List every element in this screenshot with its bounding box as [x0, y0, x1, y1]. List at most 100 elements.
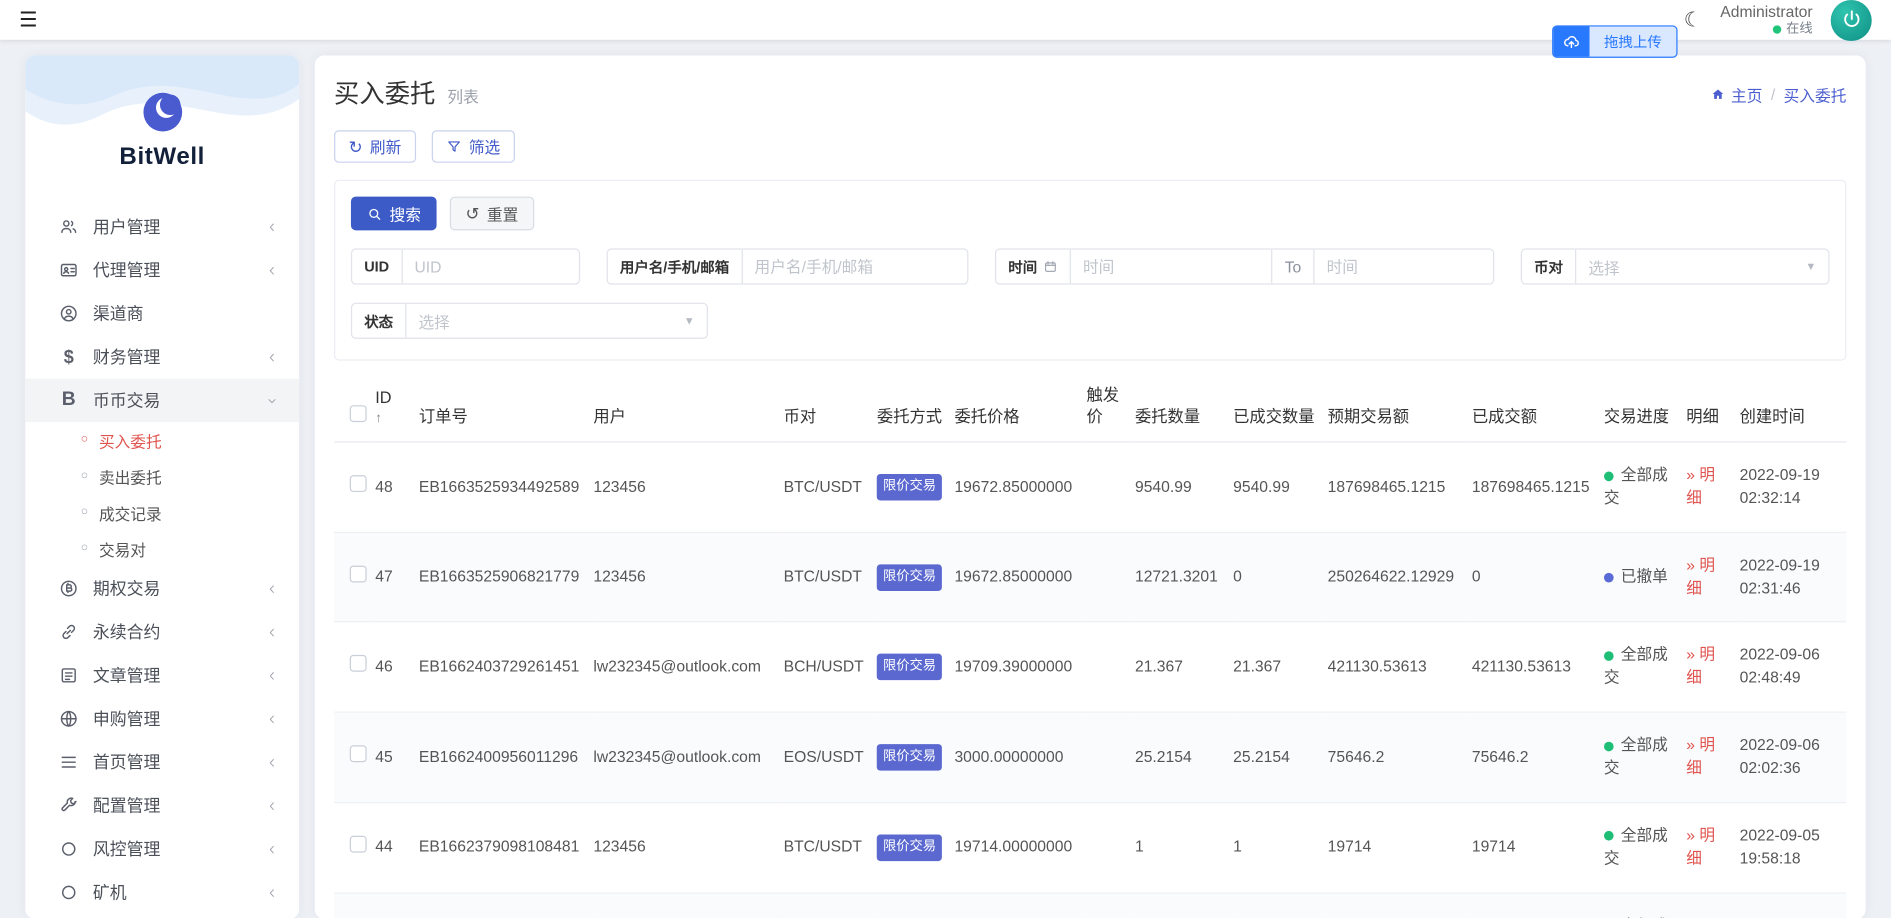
sidebar-item-label: 永续合约	[92, 622, 161, 642]
sidebar-subitem-buy-orders[interactable]: ○ 买入委托	[25, 422, 299, 458]
chevron-left-icon	[265, 886, 278, 899]
table-row: 48 EB1663525934492589 123456 BTC/USDT 限价交易 19…	[334, 442, 1847, 533]
user-box: Administrator 在线	[1720, 2, 1812, 38]
cell-expected-amount: 421130.53613	[1327, 622, 1472, 713]
trade-status-label: 全部成交	[1603, 735, 1668, 777]
sidebar-subitem-trade-records[interactable]: ○ 成交记录	[25, 494, 299, 530]
sidebar-item-subscriptions[interactable]: 申购管理	[25, 697, 299, 740]
cell-order-type: 限价交易	[876, 442, 955, 533]
cell-user: 123456	[593, 802, 784, 894]
breadcrumb-home[interactable]: 主页	[1711, 83, 1762, 106]
cell-order-no: EB1663525934492589	[418, 442, 594, 533]
cell-detail: » 明细	[1686, 532, 1740, 623]
sidebar-item-label: 首页管理	[92, 752, 161, 772]
sidebar-item-channels[interactable]: 渠道商	[25, 292, 299, 335]
brand-name: BitWell	[119, 143, 205, 171]
pair-select[interactable]: 选择 ▼	[1576, 250, 1828, 284]
sidebar-item-config[interactable]: 配置管理	[25, 784, 299, 827]
table-head-row: ID ↑ 订单号 用户 币对 委托方式 委托价格 触发价 委托数量 已成交数量 预期交易额 已成交额交…	[334, 379, 1847, 443]
sidebar-item-label: 申购管理	[92, 709, 161, 729]
pair-select-placeholder: 选择	[1588, 258, 1620, 277]
time-end-input[interactable]	[1314, 249, 1494, 284]
trade-status-label: 已撤单	[1620, 567, 1668, 586]
uid-input[interactable]	[402, 249, 579, 284]
cell-pair: BTC/USDT	[783, 892, 877, 918]
sidebar-item-articles[interactable]: 文章管理	[25, 654, 299, 697]
status-dot-icon	[1603, 741, 1614, 751]
row-checkbox[interactable]	[349, 655, 367, 673]
toolbar: ↻ 刷新 筛选	[334, 130, 1846, 163]
sidebar-subitem-label: 交易对	[98, 540, 147, 559]
cell-filled-amount: 0	[1471, 532, 1604, 623]
col-header-id[interactable]: ID ↑	[375, 379, 419, 443]
refresh-button[interactable]: ↻ 刷新	[334, 130, 416, 163]
cell-expected-amount: 250264622.12929	[1327, 532, 1472, 623]
sidebar-item-homepage[interactable]: 首页管理	[25, 740, 299, 783]
col-header-order-type: 委托方式	[876, 379, 955, 443]
cell-filled-amount: 19716	[1471, 892, 1604, 918]
cell-created-at: 2022-09-06 02:02:36	[1739, 712, 1847, 804]
sidebar-item-finance[interactable]: $ 财务管理	[25, 335, 299, 378]
sidebar-item-spot-trading[interactable]: B 币币交易	[25, 378, 300, 423]
bitcoin-icon	[58, 578, 80, 600]
cell-id: 44	[375, 802, 419, 894]
menu-toggle-icon[interactable]: ☰	[19, 10, 37, 31]
detail-link[interactable]: » 明细	[1686, 826, 1715, 867]
detail-link[interactable]: » 明细	[1686, 466, 1715, 507]
col-header-order-no: 订单号	[418, 379, 594, 443]
sidebar-item-miners[interactable]: 矿机	[25, 871, 299, 914]
search-button[interactable]: 搜索	[350, 196, 437, 231]
cell-filled-qty: 9540.99	[1233, 442, 1328, 533]
user-status: 在线	[1786, 21, 1813, 36]
sidebar-subitem-trading-pairs[interactable]: ○ 交易对	[25, 531, 299, 567]
sidebar-item-perpetual-contracts[interactable]: 永续合约	[25, 610, 299, 653]
sidebar-item-users[interactable]: 用户管理	[25, 205, 299, 248]
col-header-filled-qty: 已成交数量	[1233, 379, 1328, 443]
filter-button[interactable]: 筛选	[431, 130, 515, 163]
row-checkbox[interactable]	[349, 565, 367, 583]
time-start-input[interactable]	[1070, 249, 1272, 284]
sidebar-item-label: 财务管理	[92, 347, 161, 367]
detail-link[interactable]: » 明细	[1686, 736, 1715, 777]
status-select[interactable]: 选择 ▼	[406, 304, 706, 338]
col-header-qty: 委托数量	[1134, 379, 1234, 443]
uid-label: UID	[352, 249, 403, 284]
col-header-trigger-price: 触发价	[1086, 379, 1135, 443]
home-icon	[1713, 89, 1724, 99]
sidebar-item-risk-control[interactable]: 风控管理	[25, 827, 299, 870]
dark-mode-icon[interactable]: ☾	[1684, 10, 1702, 31]
main-content: 买入委托 列表 主页 / 买入委托 ↻ 刷新 筛选 搜索 ↺ 重置 UID UI…	[314, 55, 1866, 918]
user-filter-input[interactable]	[742, 249, 968, 284]
breadcrumb: 主页 / 买入委托	[1711, 83, 1847, 106]
cell-created-at: 2022-09-06 02:48:49	[1739, 622, 1847, 713]
cell-progress: 全部成交	[1603, 442, 1687, 533]
select-all-checkbox[interactable]	[349, 404, 367, 422]
avatar[interactable]	[1830, 0, 1872, 41]
cell-price: 3000.00000000	[954, 712, 1087, 804]
detail-link[interactable]: » 明细	[1686, 556, 1715, 597]
upload-button[interactable]: 拖拽上传	[1552, 25, 1678, 58]
list-icon	[58, 751, 80, 773]
cell-progress: 已撤单	[1603, 532, 1687, 623]
cell-filled-amount: 421130.53613	[1471, 622, 1604, 713]
cell-filled-qty: 21.367	[1233, 622, 1328, 713]
sidebar-item-options-trading[interactable]: 期权交易	[25, 567, 299, 610]
row-checkbox[interactable]	[349, 835, 367, 853]
sidebar-subitem-sell-orders[interactable]: ○ 卖出委托	[25, 458, 299, 494]
breadcrumb-current[interactable]: 买入委托	[1784, 83, 1847, 106]
cell-order-no: EB1662400956011296	[418, 712, 594, 804]
cell-filled-qty: 0	[1233, 532, 1328, 623]
row-checkbox[interactable]	[349, 745, 367, 763]
cell-id: 45	[375, 712, 419, 804]
reset-button[interactable]: ↺ 重置	[449, 196, 534, 231]
cell-pair: BTC/USDT	[783, 532, 877, 623]
chevron-left-icon	[265, 625, 278, 638]
row-checkbox[interactable]	[349, 475, 367, 493]
cell-pair: BTC/USDT	[783, 442, 877, 533]
funnel-icon	[447, 141, 460, 152]
cell-detail: » 明细	[1686, 622, 1740, 713]
detail-link[interactable]: » 明细	[1686, 646, 1715, 687]
power-icon	[1843, 10, 1859, 27]
sidebar-item-agents[interactable]: 代理管理	[25, 248, 299, 291]
cell-progress: 全部成交	[1603, 622, 1687, 713]
